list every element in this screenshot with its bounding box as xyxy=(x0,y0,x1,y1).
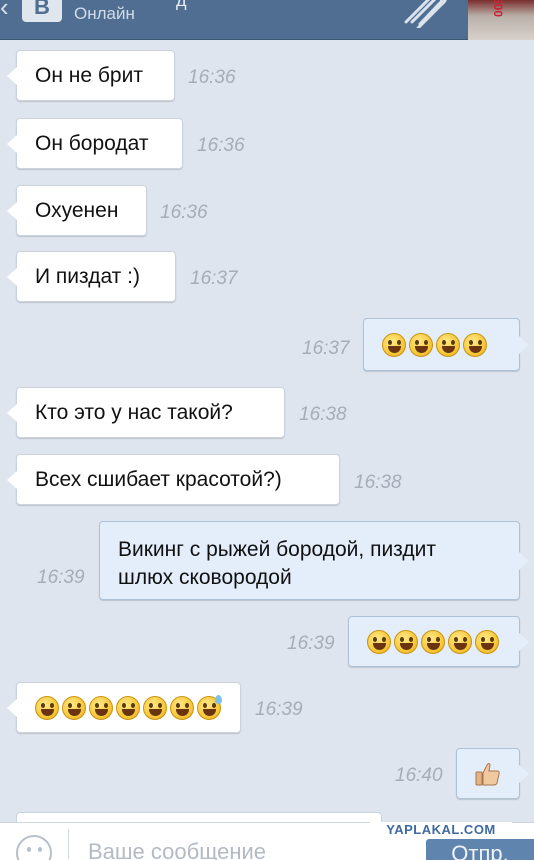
emoji-row xyxy=(382,332,487,357)
grin-emoji-icon xyxy=(62,695,86,720)
grin-emoji-icon xyxy=(421,629,445,654)
incoming-message[interactable]: Охуенен xyxy=(7,185,147,236)
vk-logo[interactable]: В xyxy=(22,0,62,22)
avatar-print: 500 xyxy=(491,0,506,18)
paperclip-icon[interactable] xyxy=(398,0,448,28)
message-time: 16:36 xyxy=(197,135,245,156)
message-text: Он бородат xyxy=(35,131,149,155)
divider xyxy=(68,829,69,859)
outgoing-message[interactable] xyxy=(348,616,529,667)
message-time: 16:36 xyxy=(188,67,236,88)
grin-emoji-icon xyxy=(436,332,460,357)
message-time: 16:37 xyxy=(190,268,238,289)
grin-emoji-icon xyxy=(143,695,167,720)
grin-emoji-icon xyxy=(394,629,418,654)
message-time: 16:38 xyxy=(299,404,347,425)
grin-emoji-icon xyxy=(475,629,499,654)
message-time: 16:36 xyxy=(160,202,208,223)
grin-emoji-icon xyxy=(463,332,487,357)
outgoing-message[interactable]: Викинг с рыжей бородой, пиздит шлюх сков… xyxy=(99,521,529,600)
incoming-message[interactable] xyxy=(7,682,241,733)
watermark: YAPLAKAL.COM xyxy=(370,822,512,838)
message-text-line2: шлюх сковородой xyxy=(118,566,292,589)
message-time: 16:37 xyxy=(302,338,350,359)
incoming-message[interactable]: И пиздат :) xyxy=(7,251,176,302)
send-button[interactable]: Отпр. xyxy=(426,839,534,860)
message-time: 16:38 xyxy=(354,472,402,493)
chat-header: ‹ В Онлайн д 500 xyxy=(0,0,534,40)
outgoing-message[interactable] xyxy=(363,318,529,371)
sweat-drop-icon xyxy=(215,694,222,704)
emoji-row xyxy=(35,694,222,720)
message-time: 16:39 xyxy=(255,699,303,720)
message-text: Он не брит xyxy=(35,63,143,87)
message-text: Охуенен xyxy=(35,198,119,222)
outgoing-message[interactable] xyxy=(456,748,529,799)
incoming-message[interactable]: Всех сшибает красотой?) xyxy=(7,454,340,505)
message-input[interactable] xyxy=(88,839,388,860)
grin-emoji-icon xyxy=(89,695,113,720)
message-text: Кто это у нас такой? xyxy=(35,400,233,424)
contact-name: д xyxy=(176,0,187,10)
grin-emoji-icon xyxy=(382,332,406,357)
emoji-picker-icon[interactable] xyxy=(16,835,52,860)
message-text: Всех сшибает красотой?) xyxy=(35,467,282,491)
thumbs-up-icon xyxy=(475,762,500,785)
incoming-message[interactable]: Он не брит xyxy=(7,50,175,101)
incoming-message[interactable]: Кто это у нас такой? xyxy=(7,387,285,438)
grin-emoji-icon xyxy=(409,332,433,357)
grin-emoji-icon xyxy=(367,629,391,654)
incoming-message[interactable]: Он бородат xyxy=(7,118,183,169)
grin-emoji-icon xyxy=(448,629,472,654)
message-text: И пиздат :) xyxy=(35,264,140,288)
sweat-smile-emoji-icon xyxy=(197,694,222,720)
message-text-line1: Викинг с рыжей бородой, пиздит xyxy=(118,538,436,561)
back-chevron-icon[interactable]: ‹ xyxy=(0,0,14,22)
grin-emoji-icon xyxy=(35,695,59,720)
emoji-row xyxy=(367,629,499,654)
grin-emoji-icon xyxy=(116,695,140,720)
avatar[interactable]: 500 xyxy=(468,0,534,40)
grin-emoji-icon xyxy=(170,695,194,720)
message-time: 16:40 xyxy=(395,765,443,786)
message-time: 16:39 xyxy=(37,567,85,588)
message-time: 16:39 xyxy=(287,633,335,654)
online-status: Онлайн xyxy=(74,4,135,23)
